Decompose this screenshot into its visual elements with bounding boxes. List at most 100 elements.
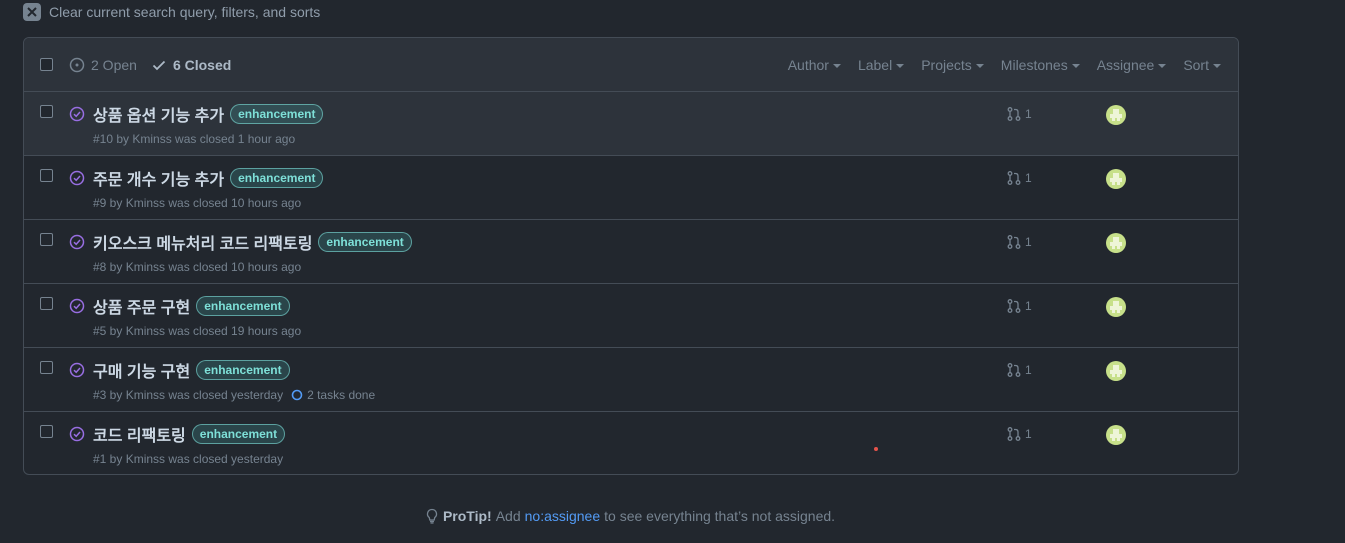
task-progress: 2 tasks done <box>291 388 375 402</box>
protip: ProTip! Add no:assignee to see everythin… <box>0 508 1260 524</box>
linked-pr-link[interactable]: 1 <box>1006 234 1032 250</box>
closed-issues-tab[interactable]: 6 Closed <box>151 57 231 73</box>
pr-count: 1 <box>1025 427 1032 441</box>
table-row[interactable]: 키오스크 메뉴처리 코드 리팩토링 enhancement #8 by Kmin… <box>24 220 1238 284</box>
progress-ring-icon <box>291 389 303 401</box>
projects-filter-label: Projects <box>921 57 972 73</box>
sort-filter-label: Sort <box>1183 57 1209 73</box>
issue-title-link[interactable]: 키오스크 메뉴처리 코드 리팩토링 <box>93 230 312 254</box>
open-issues-tab[interactable]: 2 Open <box>69 57 137 73</box>
caret-down-icon <box>896 64 905 68</box>
table-row[interactable]: 구매 기능 구현 enhancement #3 by Kminss was cl… <box>24 348 1238 412</box>
issue-title-link[interactable]: 상품 주문 구현 <box>93 294 190 318</box>
pr-count: 1 <box>1025 171 1032 185</box>
avatar[interactable] <box>1106 233 1126 253</box>
issue-meta-text: #3 by Kminss was closed yesterday <box>93 388 284 402</box>
table-row[interactable]: 상품 주문 구현 enhancement #5 by Kminss was cl… <box>24 284 1238 348</box>
caret-down-icon <box>1158 64 1167 68</box>
protip-lead: ProTip! <box>442 508 492 524</box>
issue-meta: #9 by Kminss was closed 10 hours ago <box>93 196 301 210</box>
pr-count: 1 <box>1025 363 1032 377</box>
author-filter[interactable]: Author <box>788 57 841 73</box>
issue-closed-icon <box>69 106 85 122</box>
pr-count: 1 <box>1025 299 1032 313</box>
pull-request-icon <box>1007 107 1021 121</box>
issue-meta-text: #5 by Kminss was closed 19 hours ago <box>93 324 302 338</box>
label-filter[interactable]: Label <box>857 57 905 73</box>
closed-count: 6 Closed <box>172 56 232 73</box>
issue-closed-icon <box>69 170 85 186</box>
select-all-checkbox[interactable] <box>40 58 53 71</box>
issue-meta: #8 by Kminss was closed 10 hours ago <box>93 260 301 274</box>
issue-title-link[interactable]: 주문 개수 기능 추가 <box>93 166 224 190</box>
linked-pr-link[interactable]: 1 <box>1006 362 1032 378</box>
caret-down-icon <box>832 64 841 68</box>
table-row[interactable]: 주문 개수 기능 추가 enhancement #9 by Kminss was… <box>24 156 1238 220</box>
pr-count: 1 <box>1025 235 1032 249</box>
label-badge[interactable]: enhancement <box>318 232 412 252</box>
pull-request-icon <box>1007 363 1021 377</box>
issue-checkbox[interactable] <box>40 425 53 438</box>
label-badge[interactable]: enhancement <box>191 424 286 444</box>
cursor-dot <box>874 447 878 451</box>
projects-filter[interactable]: Projects <box>921 57 984 73</box>
pull-request-icon <box>1007 235 1021 249</box>
issue-meta-text: #9 by Kminss was closed 10 hours ago <box>93 196 302 210</box>
avatar[interactable] <box>1106 169 1126 189</box>
issue-closed-icon <box>69 362 85 378</box>
linked-pr-link[interactable]: 1 <box>1006 106 1032 122</box>
label-badge[interactable]: enhancement <box>196 360 290 380</box>
assignee-filter[interactable]: Assignee <box>1097 57 1167 73</box>
issue-checkbox[interactable] <box>40 297 53 310</box>
issue-open-icon <box>69 57 85 72</box>
close-icon <box>23 3 41 21</box>
task-progress-label: 2 tasks done <box>307 388 376 402</box>
issue-meta: #3 by Kminss was closed yesterday 2 task… <box>93 388 375 402</box>
issue-closed-icon <box>69 426 85 442</box>
issue-checkbox[interactable] <box>40 361 53 374</box>
light-bulb-icon <box>426 508 438 524</box>
avatar[interactable] <box>1106 105 1126 125</box>
issue-meta: #5 by Kminss was closed 19 hours ago <box>93 324 301 338</box>
issue-title-link[interactable]: 상품 옵션 기능 추가 <box>93 102 224 126</box>
clear-filters-link[interactable]: Clear current search query, filters, and… <box>23 2 320 22</box>
pr-count: 1 <box>1025 107 1032 121</box>
issue-checkbox[interactable] <box>40 233 53 246</box>
label-badge[interactable]: enhancement <box>230 104 324 124</box>
issue-title-link[interactable]: 코드 리팩토링 <box>93 422 186 446</box>
pull-request-icon <box>1007 427 1021 441</box>
avatar[interactable] <box>1106 297 1126 317</box>
table-row[interactable]: 코드 리팩토링 enhancement #1 by Kminss was clo… <box>24 412 1238 474</box>
sort-filter[interactable]: Sort <box>1183 57 1221 73</box>
issues-list: 2 Open 6 Closed Author Label Projects Mi… <box>23 37 1239 475</box>
caret-down-icon <box>1071 64 1080 68</box>
issue-meta-text: #10 by Kminss was closed 1 hour ago <box>93 132 296 146</box>
issue-checkbox[interactable] <box>40 105 53 118</box>
caret-down-icon <box>975 64 984 68</box>
issue-meta-text: #1 by Kminss was closed yesterday <box>93 452 284 466</box>
no-assignee-link[interactable]: no:assignee <box>525 508 601 524</box>
avatar[interactable] <box>1106 361 1126 381</box>
label-badge[interactable]: enhancement <box>230 168 324 188</box>
linked-pr-link[interactable]: 1 <box>1006 426 1032 442</box>
avatar[interactable] <box>1106 425 1126 445</box>
issue-checkbox[interactable] <box>40 169 53 182</box>
protip-post: to see everything that’s not assigned. <box>604 508 836 524</box>
table-row[interactable]: 상품 옵션 기능 추가 enhancement #10 by Kminss wa… <box>24 92 1238 156</box>
pull-request-icon <box>1007 171 1021 185</box>
milestones-filter-label: Milestones <box>1000 57 1068 73</box>
label-filter-label: Label <box>857 57 893 73</box>
assignee-filter-label: Assignee <box>1096 57 1155 73</box>
label-badge[interactable]: enhancement <box>196 296 290 316</box>
issue-title-link[interactable]: 구매 기능 구현 <box>93 358 190 382</box>
linked-pr-link[interactable]: 1 <box>1006 298 1032 314</box>
issue-meta: #10 by Kminss was closed 1 hour ago <box>93 132 295 146</box>
caret-down-icon <box>1213 64 1221 68</box>
issues-list-header: 2 Open 6 Closed Author Label Projects Mi… <box>24 38 1238 92</box>
issue-closed-icon <box>69 298 85 314</box>
issue-meta-text: #8 by Kminss was closed 10 hours ago <box>93 260 302 274</box>
milestones-filter[interactable]: Milestones <box>1001 57 1080 73</box>
protip-pre: Add <box>495 508 521 524</box>
issue-meta: #1 by Kminss was closed yesterday <box>93 452 283 466</box>
linked-pr-link[interactable]: 1 <box>1006 170 1032 186</box>
